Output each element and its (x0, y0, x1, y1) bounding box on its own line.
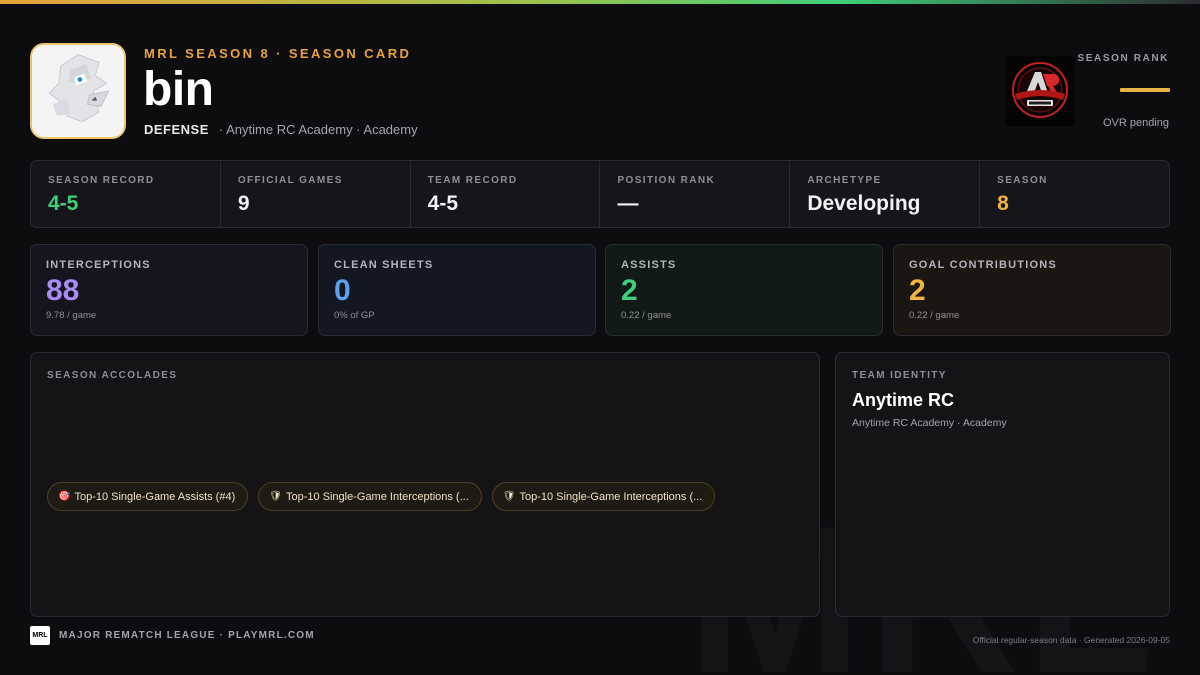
player-team-line: · Anytime RC Academy · Academy (218, 122, 418, 137)
strip-season-record: SEASON RECORD 4-5 (31, 161, 221, 227)
team-logo-art (1005, 56, 1075, 126)
strip-value: 4-5 (48, 192, 79, 215)
player-name: bin (143, 63, 214, 116)
league-footer-text: MAJOR REMATCH LEAGUE · PLAYMRL.COM (59, 630, 315, 641)
accolade-text: Top-10 Single-Game Interceptions (... (285, 490, 469, 503)
strip-value: 8 (997, 192, 1009, 215)
strip-label: OFFICIAL GAMES (237, 175, 343, 186)
team-identity-panel: TEAM IDENTITY Anytime RC Anytime RC Acad… (835, 352, 1170, 617)
stat-card-value: 0 (334, 274, 351, 307)
stat-card-label: ASSISTS (621, 259, 677, 271)
stat-card-value: 2 (909, 274, 926, 307)
strip-label: ARCHETYPE (807, 175, 882, 186)
accolade-chip[interactable]: 🛡 Top-10 Single-Game Interceptions (... (491, 482, 716, 511)
accolade-text: Top-10 Single-Game Interceptions (... (519, 490, 703, 503)
player-position: DEFENSE (144, 122, 209, 137)
strip-label: POSITION RANK (617, 175, 716, 186)
strip-position-rank: POSITION RANK — (600, 161, 791, 227)
stat-card-label: GOAL CONTRIBUTIONS (909, 259, 1057, 271)
team-identity-sub: Anytime RC Academy · Academy (852, 417, 1007, 429)
strip-value: 4-5 (427, 192, 459, 215)
stat-card-sub: 0% of GP (334, 309, 375, 321)
anytime-rc-logo (1005, 56, 1075, 126)
team-identity-name: Anytime RC (852, 390, 955, 410)
season-rank-placeholder (1120, 88, 1170, 92)
player-subline: DEFENSE · Anytime RC Academy · Academy (144, 122, 418, 137)
mrl-logo-icon: MRL (30, 626, 50, 645)
season-rank-subtext: OVR pending (1102, 117, 1169, 129)
strip-label: SEASON RECORD (48, 175, 155, 186)
shield-icon: 🛡 (502, 491, 516, 502)
generated-footer-text: Official regular-season data · Generated… (972, 635, 1170, 645)
strip-value: — (617, 192, 639, 215)
season-card-eyebrow: MRL SEASON 8 · SEASON CARD (144, 46, 412, 61)
target-icon: 🎯 (58, 491, 71, 502)
season-summary-strip: SEASON RECORD 4-5 OFFICIAL GAMES 9 TEAM … (30, 160, 1170, 228)
strip-season: SEASON 8 (980, 161, 1169, 227)
stat-card-value: 88 (46, 274, 80, 307)
strip-value: 9 (237, 192, 250, 215)
stat-card-label: INTERCEPTIONS (46, 259, 151, 271)
accolades-label: SEASON ACCOLADES (47, 370, 178, 381)
strip-archetype: ARCHETYPE Developing (790, 161, 981, 227)
team-identity-label: TEAM IDENTITY (852, 370, 947, 381)
accolade-chip[interactable]: 🎯 Top-10 Single-Game Assists (#4) (47, 482, 249, 511)
accolade-text: Top-10 Single-Game Assists (#4) (74, 490, 236, 503)
accolade-chip[interactable]: 🛡 Top-10 Single-Game Interceptions (... (258, 482, 482, 511)
stat-card-interceptions: INTERCEPTIONS 88 9.78 / game (30, 244, 308, 336)
stat-card-sub: 9.78 / game (46, 309, 97, 321)
stat-card-goal-contributions: GOAL CONTRIBUTIONS 2 0.22 / game (893, 244, 1171, 336)
player-avatar-art (32, 45, 124, 137)
stat-card-label: CLEAN SHEETS (334, 259, 434, 271)
season-accolades-panel: SEASON ACCOLADES 🎯 Top-10 Single-Game As… (30, 352, 820, 617)
shield-icon: 🛡 (269, 491, 282, 502)
season-rank-label: SEASON RANK (1077, 53, 1169, 64)
strip-team-record: TEAM RECORD 4-5 (411, 161, 601, 227)
accolade-chips: 🎯 Top-10 Single-Game Assists (#4) 🛡 Top-… (47, 482, 716, 511)
top-accent-bar (0, 0, 1200, 4)
stat-card-sub: 0.22 / game (909, 309, 960, 321)
stat-card-assists: ASSISTS 2 0.22 / game (605, 244, 883, 336)
strip-official-games: OFFICIAL GAMES 9 (221, 161, 411, 227)
stat-card-value: 2 (621, 274, 638, 307)
strip-label: TEAM RECORD (427, 175, 518, 186)
strip-label: SEASON (997, 175, 1048, 186)
strip-value: Developing (807, 192, 921, 215)
stat-card-clean-sheets: CLEAN SHEETS 0 0% of GP (318, 244, 596, 336)
stat-card-sub: 0.22 / game (621, 309, 672, 321)
player-avatar-icon (30, 43, 126, 139)
